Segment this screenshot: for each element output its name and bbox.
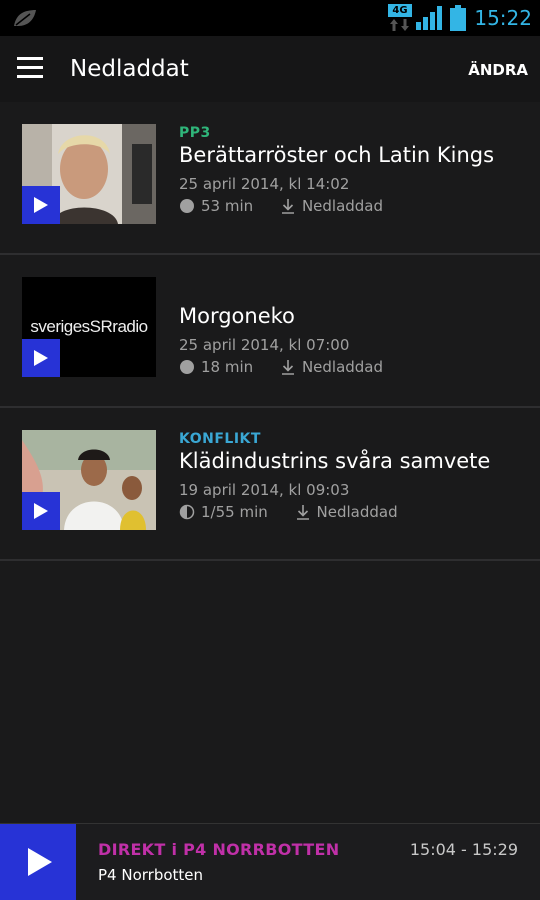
live-label: DIREKT i P4 NORRBOTTEN bbox=[98, 840, 340, 859]
episode-meta: Morgoneko 25 april 2014, kl 07:00 18 min… bbox=[179, 303, 383, 377]
play-button[interactable] bbox=[22, 186, 60, 224]
progress-half-icon bbox=[179, 504, 195, 520]
download-status: Nedladdad bbox=[301, 358, 384, 376]
list-item[interactable]: PP3 Berättarröster och Latin Kings 25 ap… bbox=[0, 102, 540, 255]
episode-title: Klädindustrins svåra samvete bbox=[179, 449, 491, 473]
episode-title: Morgoneko bbox=[179, 304, 295, 328]
page-title: Nedladdat bbox=[70, 56, 189, 82]
live-play-button[interactable] bbox=[0, 824, 76, 900]
play-button[interactable] bbox=[22, 492, 60, 530]
live-station: P4 Norrbotten bbox=[98, 866, 204, 884]
play-button[interactable] bbox=[22, 339, 60, 377]
play-icon bbox=[34, 503, 48, 519]
episode-thumbnail: sverigesSRradio bbox=[22, 277, 156, 377]
episode-duration: 53 min bbox=[201, 197, 254, 215]
list-item[interactable]: sverigesSRradio Morgoneko 25 april 2014,… bbox=[0, 255, 540, 408]
download-status: Nedladdad bbox=[316, 503, 398, 521]
episode-info: 18 min Nedladdad bbox=[179, 357, 383, 377]
download-icon bbox=[296, 505, 309, 520]
episode-duration: 1/55 min bbox=[201, 503, 268, 521]
episode-duration: 18 min bbox=[201, 358, 254, 376]
play-icon bbox=[34, 350, 48, 366]
leaf-icon bbox=[14, 10, 36, 26]
network-indicator: 4G bbox=[388, 4, 412, 32]
progress-full-icon bbox=[180, 199, 194, 213]
app-bar: Nedladdat ÄNDRA bbox=[0, 36, 540, 102]
network-arrows-icon bbox=[390, 19, 409, 31]
episode-info: 53 min Nedladdad bbox=[179, 196, 494, 216]
download-status: Nedladdad bbox=[301, 197, 384, 215]
episode-date: 19 april 2014, kl 09:03 bbox=[179, 481, 350, 499]
progress-full-icon bbox=[180, 360, 194, 374]
play-icon bbox=[34, 197, 48, 213]
episode-category: PP3 bbox=[179, 125, 211, 141]
episode-info: 1/55 min Nedladdad bbox=[179, 502, 490, 522]
list-item[interactable]: KONFLIKT Klädindustrins svåra samvete 19… bbox=[0, 408, 540, 561]
episode-date: 25 april 2014, kl 14:02 bbox=[179, 175, 350, 193]
sveriges-radio-logo: sverigesSRradio bbox=[30, 317, 148, 336]
edit-button[interactable]: ÄNDRA bbox=[468, 60, 528, 80]
episode-thumbnail bbox=[22, 430, 156, 530]
episode-category: KONFLIKT bbox=[179, 431, 261, 447]
download-icon bbox=[281, 360, 294, 375]
episode-meta: PP3 Berättarröster och Latin Kings 25 ap… bbox=[179, 124, 494, 216]
live-time-range: 15:04 - 15:29 bbox=[409, 840, 518, 859]
status-clock: 15:22 bbox=[474, 6, 532, 30]
live-player-bar[interactable]: DIREKT i P4 NORRBOTTEN P4 Norrbotten 15:… bbox=[0, 823, 540, 900]
battery-icon bbox=[450, 5, 466, 31]
episode-list: PP3 Berättarröster och Latin Kings 25 ap… bbox=[0, 102, 540, 561]
hamburger-menu-icon[interactable] bbox=[14, 54, 46, 84]
episode-date: 25 april 2014, kl 07:00 bbox=[179, 336, 350, 354]
episode-meta: KONFLIKT Klädindustrins svåra samvete 19… bbox=[179, 430, 490, 522]
download-icon bbox=[281, 199, 294, 214]
episode-thumbnail bbox=[22, 124, 156, 224]
network-type-badge: 4G bbox=[388, 4, 412, 17]
signal-icon bbox=[416, 6, 442, 30]
episode-title: Berättarröster och Latin Kings bbox=[179, 143, 495, 167]
play-icon bbox=[28, 848, 52, 876]
status-bar: 4G 15:22 bbox=[0, 0, 540, 36]
